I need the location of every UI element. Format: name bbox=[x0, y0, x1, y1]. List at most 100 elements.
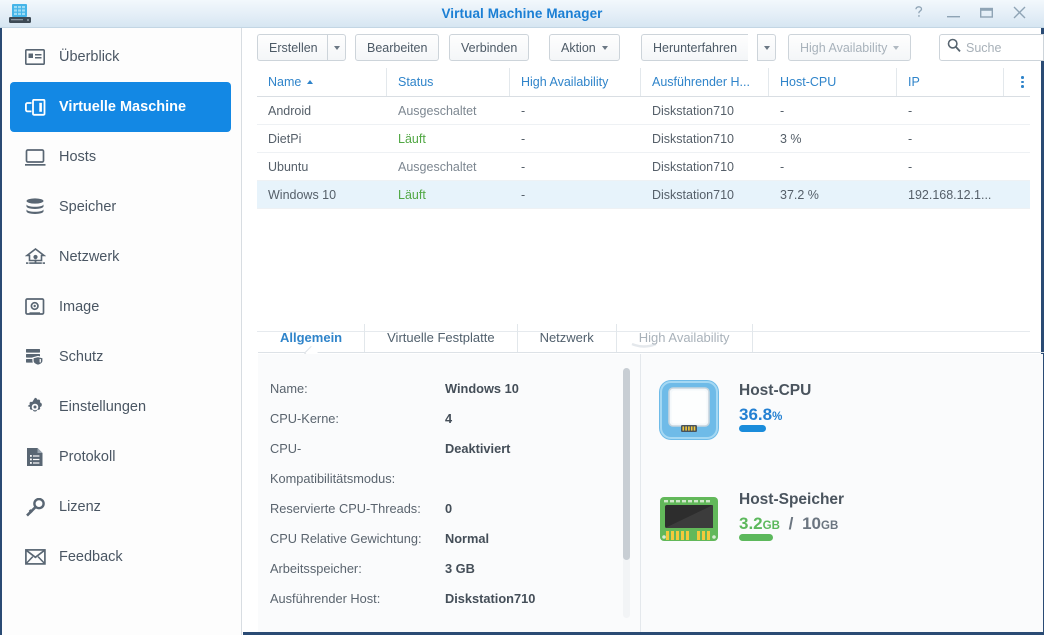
cell-high-availability: - bbox=[521, 159, 526, 174]
column-header-ip[interactable]: IP bbox=[897, 68, 1004, 96]
cell-host: Diskstation710 bbox=[652, 131, 734, 146]
cell-name: DietPi bbox=[268, 131, 302, 146]
tab-virtuelle-festplatte[interactable]: Virtuelle Festplatte bbox=[365, 324, 518, 352]
property-key: CPU Relative Gewichtung: bbox=[270, 531, 422, 546]
resource-gauges: Host-CPU 36.8% Host-Speicher 3.2GB / 10G… bbox=[641, 354, 1043, 632]
sidebar-item-hosts[interactable]: Hosts bbox=[10, 132, 231, 182]
property-value: Windows 10 bbox=[445, 381, 519, 396]
column-header-high-availability[interactable]: High Availability bbox=[510, 68, 641, 96]
cell-ip: 192.168.12.1... bbox=[908, 187, 992, 202]
sidebar-item-label: Lizenz bbox=[59, 499, 101, 515]
sidebar: Überblick Virtuelle Maschine Hosts Speic… bbox=[0, 28, 242, 635]
column-header-host-cpu[interactable]: Host-CPU bbox=[769, 68, 897, 96]
property-value: 3 GB bbox=[445, 561, 475, 576]
cell-host: Diskstation710 bbox=[652, 187, 734, 202]
tab-allgemein[interactable]: Allgemein bbox=[258, 324, 366, 352]
sidebar-item-einstellungen[interactable]: Einstellungen bbox=[10, 382, 231, 432]
tab-netzwerk[interactable]: Netzwerk bbox=[518, 324, 617, 352]
table-row[interactable]: Ubuntu Ausgeschaltet - Diskstation710 - … bbox=[257, 153, 1030, 181]
high-availability-menu-button[interactable]: High Availability bbox=[788, 34, 912, 61]
create-dropdown-arrow[interactable] bbox=[327, 34, 346, 61]
cell-host-cpu: - bbox=[780, 159, 785, 174]
property-key: Reservierte CPU-Threads: bbox=[270, 501, 421, 516]
vm-table: Name Status High Availability Ausführend… bbox=[257, 68, 1030, 328]
help-icon[interactable] bbox=[906, 0, 932, 28]
column-header-host[interactable]: Ausführender H... bbox=[641, 68, 769, 96]
sidebar-item-image[interactable]: Image bbox=[10, 282, 231, 332]
sidebar-item-label: Virtuelle Maschine bbox=[59, 99, 187, 115]
sidebar-item-label: Einstellungen bbox=[59, 399, 147, 415]
property-value: 0 bbox=[445, 501, 453, 516]
sidebar-item-virtuelle-maschine[interactable]: Virtuelle Maschine bbox=[10, 82, 231, 132]
minimize-icon[interactable] bbox=[940, 0, 966, 28]
maximize-icon[interactable] bbox=[973, 0, 999, 28]
host-cpu-gauge: Host-CPU 36.8% bbox=[657, 378, 1043, 442]
host-memory-gauge: Host-Speicher 3.2GB / 10GB bbox=[657, 487, 1043, 551]
chevron-down-icon bbox=[333, 45, 340, 50]
search-icon bbox=[947, 38, 961, 57]
sidebar-item-label: Netzwerk bbox=[59, 249, 120, 265]
sidebar-item-label: Image bbox=[59, 299, 100, 315]
key-icon bbox=[24, 496, 46, 518]
sidebar-item-netzwerk[interactable]: Netzwerk bbox=[10, 232, 231, 282]
toolbar: Erstellen Bearbeiten Verbinden Aktion He… bbox=[243, 28, 1044, 68]
sidebar-item-speicher[interactable]: Speicher bbox=[10, 182, 231, 232]
connect-button[interactable]: Verbinden bbox=[449, 34, 530, 61]
chevron-down-icon bbox=[893, 45, 900, 50]
property-value: 4 bbox=[445, 411, 453, 426]
table-row[interactable]: DietPi Läuft - Diskstation710 3 % - bbox=[257, 125, 1030, 153]
cell-name: Android bbox=[268, 103, 312, 118]
property-key: Arbeitsspeicher: bbox=[270, 561, 362, 576]
sidebar-rail bbox=[0, 28, 2, 635]
virtual-machine-icon bbox=[24, 96, 46, 118]
shutdown-dropdown-arrow[interactable] bbox=[757, 34, 776, 61]
monitor-icon bbox=[24, 146, 46, 168]
sidebar-item-label: Überblick bbox=[59, 49, 120, 65]
sidebar-item-label: Speicher bbox=[59, 199, 117, 215]
property-value: Normal bbox=[445, 531, 490, 546]
sidebar-item-schutz[interactable]: Schutz bbox=[10, 332, 231, 382]
sidebar-item-uberblick[interactable]: Überblick bbox=[10, 32, 231, 82]
memory-total-unit: GB bbox=[821, 520, 839, 532]
action-menu-button[interactable]: Aktion bbox=[549, 34, 620, 61]
cpu-percent-unit: % bbox=[772, 411, 783, 423]
cell-name: Ubuntu bbox=[268, 159, 309, 174]
column-options-icon[interactable] bbox=[1004, 68, 1030, 96]
memory-module-icon bbox=[657, 487, 721, 551]
cell-name: Windows 10 bbox=[268, 187, 337, 202]
detail-scrollbar-thumb[interactable] bbox=[623, 368, 630, 560]
column-header-name[interactable]: Name bbox=[257, 68, 387, 96]
sidebar-item-protokoll[interactable]: Protokoll bbox=[10, 432, 231, 482]
sidebar-item-label: Feedback bbox=[59, 549, 123, 565]
cpu-chip-icon bbox=[657, 378, 721, 442]
sidebar-item-lizenz[interactable]: Lizenz bbox=[10, 482, 231, 532]
property-row: CPU- Deaktiviert bbox=[270, 434, 640, 464]
detail-tabs: Allgemein Virtuelle Festplatte Netzwerk … bbox=[258, 324, 1044, 353]
property-value: Deaktiviert bbox=[445, 441, 511, 456]
property-row: Ausführender Host: Diskstation710 bbox=[270, 584, 640, 614]
window-titlebar: Virtual Machine Manager bbox=[0, 0, 1044, 28]
table-row[interactable]: Windows 10 Läuft - Diskstation710 37.2 %… bbox=[257, 181, 1030, 209]
tab-high-availability[interactable]: High Availability bbox=[617, 324, 753, 352]
table-row[interactable]: Android Ausgeschaltet - Diskstation710 -… bbox=[257, 97, 1030, 125]
gauge-title: Host-CPU bbox=[739, 382, 812, 399]
sidebar-item-feedback[interactable]: Feedback bbox=[10, 532, 231, 582]
cell-status: Läuft bbox=[398, 131, 426, 146]
edit-button[interactable]: Bearbeiten bbox=[355, 34, 440, 61]
chevron-down-icon bbox=[601, 45, 608, 50]
cell-host-cpu: 37.2 % bbox=[780, 187, 819, 202]
sort-ascending-icon bbox=[307, 80, 314, 84]
search-box[interactable] bbox=[939, 34, 1044, 61]
shutdown-button[interactable]: Herunterfahren bbox=[641, 34, 749, 61]
memory-separator: / bbox=[788, 514, 794, 533]
table-header-row: Name Status High Availability Ausführend… bbox=[257, 68, 1030, 97]
property-key: Ausführender Host: bbox=[270, 591, 381, 606]
create-button[interactable]: Erstellen bbox=[257, 34, 329, 61]
cell-status: Ausgeschaltet bbox=[398, 103, 477, 118]
column-header-status[interactable]: Status bbox=[387, 68, 510, 96]
cell-status: Läuft bbox=[398, 187, 426, 202]
cell-high-availability: - bbox=[521, 131, 526, 146]
vmm-window: Virtual Machine Manager Überblick Virtue… bbox=[0, 0, 1044, 635]
search-input[interactable] bbox=[966, 40, 1036, 55]
close-icon[interactable] bbox=[1006, 0, 1032, 28]
